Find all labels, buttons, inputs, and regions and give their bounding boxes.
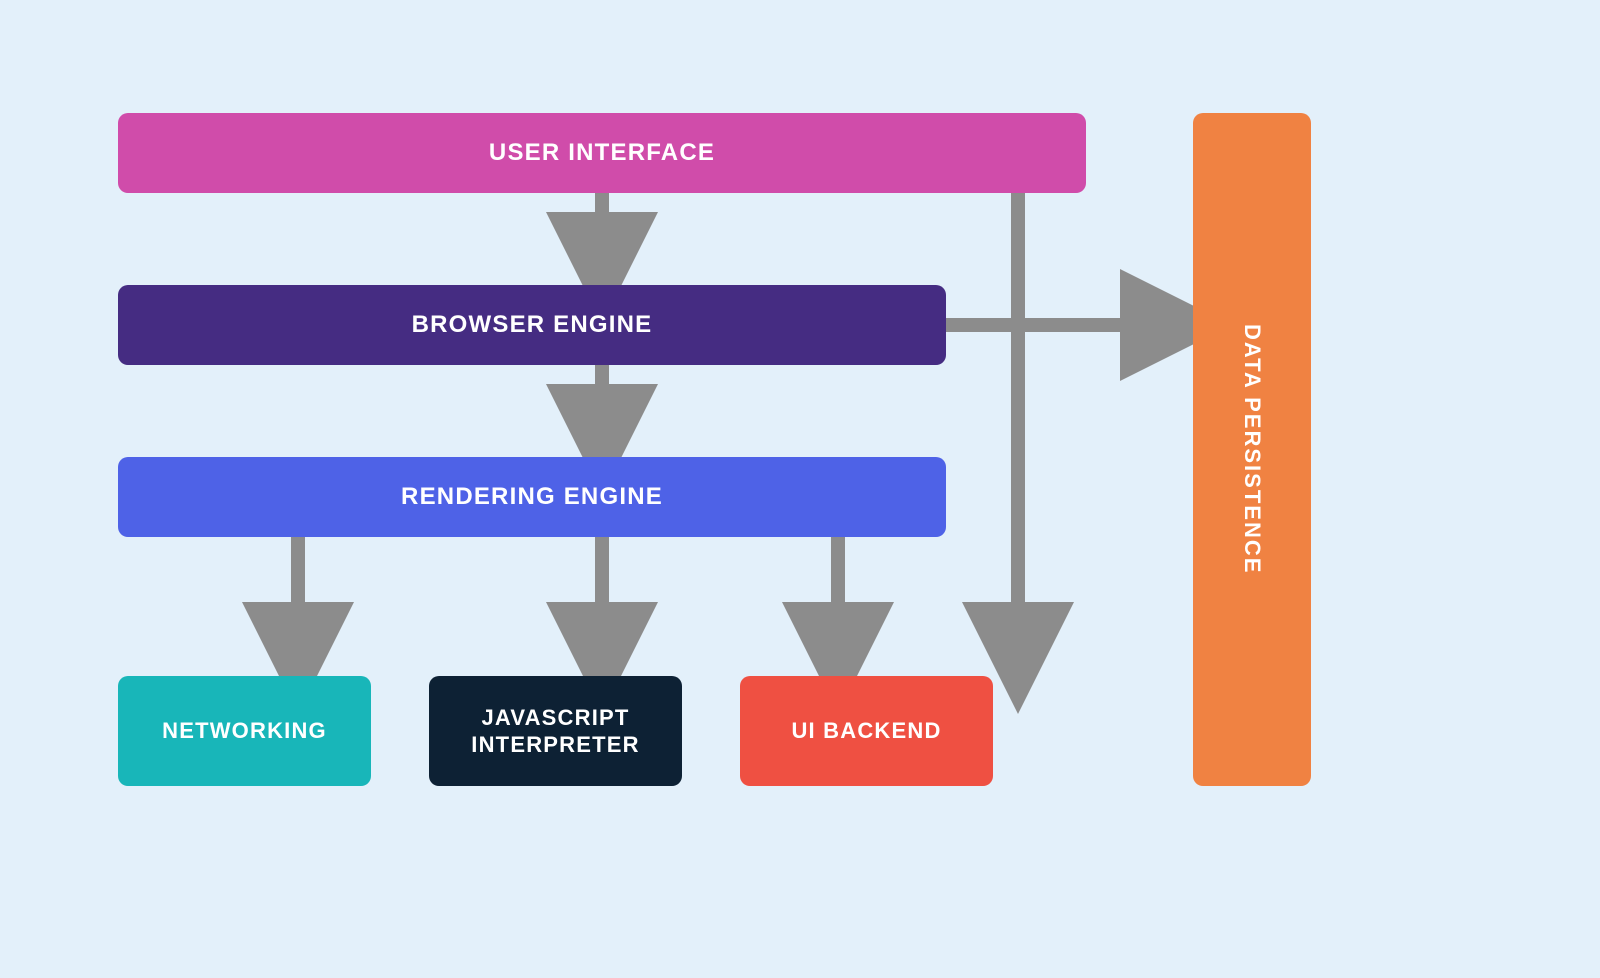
node-rendering-engine-label: RENDERING ENGINE xyxy=(401,483,663,511)
node-data-persistence-label: DATA PERSISTENCE xyxy=(1239,324,1265,574)
node-rendering-engine: RENDERING ENGINE xyxy=(118,457,946,537)
node-networking-label: NETWORKING xyxy=(162,718,327,744)
node-ui-backend: UI BACKEND xyxy=(740,676,993,786)
node-user-interface-label: USER INTERFACE xyxy=(489,139,715,167)
node-javascript-interpreter: JAVASCRIPT INTERPRETER xyxy=(429,676,682,786)
node-data-persistence: DATA PERSISTENCE xyxy=(1193,113,1311,786)
node-user-interface: USER INTERFACE xyxy=(118,113,1086,193)
node-networking: NETWORKING xyxy=(118,676,371,786)
node-javascript-interpreter-label: JAVASCRIPT INTERPRETER xyxy=(429,704,682,759)
browser-architecture-diagram: USER INTERFACE BROWSER ENGINE RENDERING … xyxy=(118,113,1482,833)
node-browser-engine: BROWSER ENGINE xyxy=(118,285,946,365)
node-ui-backend-label: UI BACKEND xyxy=(791,718,941,744)
node-browser-engine-label: BROWSER ENGINE xyxy=(412,311,653,339)
